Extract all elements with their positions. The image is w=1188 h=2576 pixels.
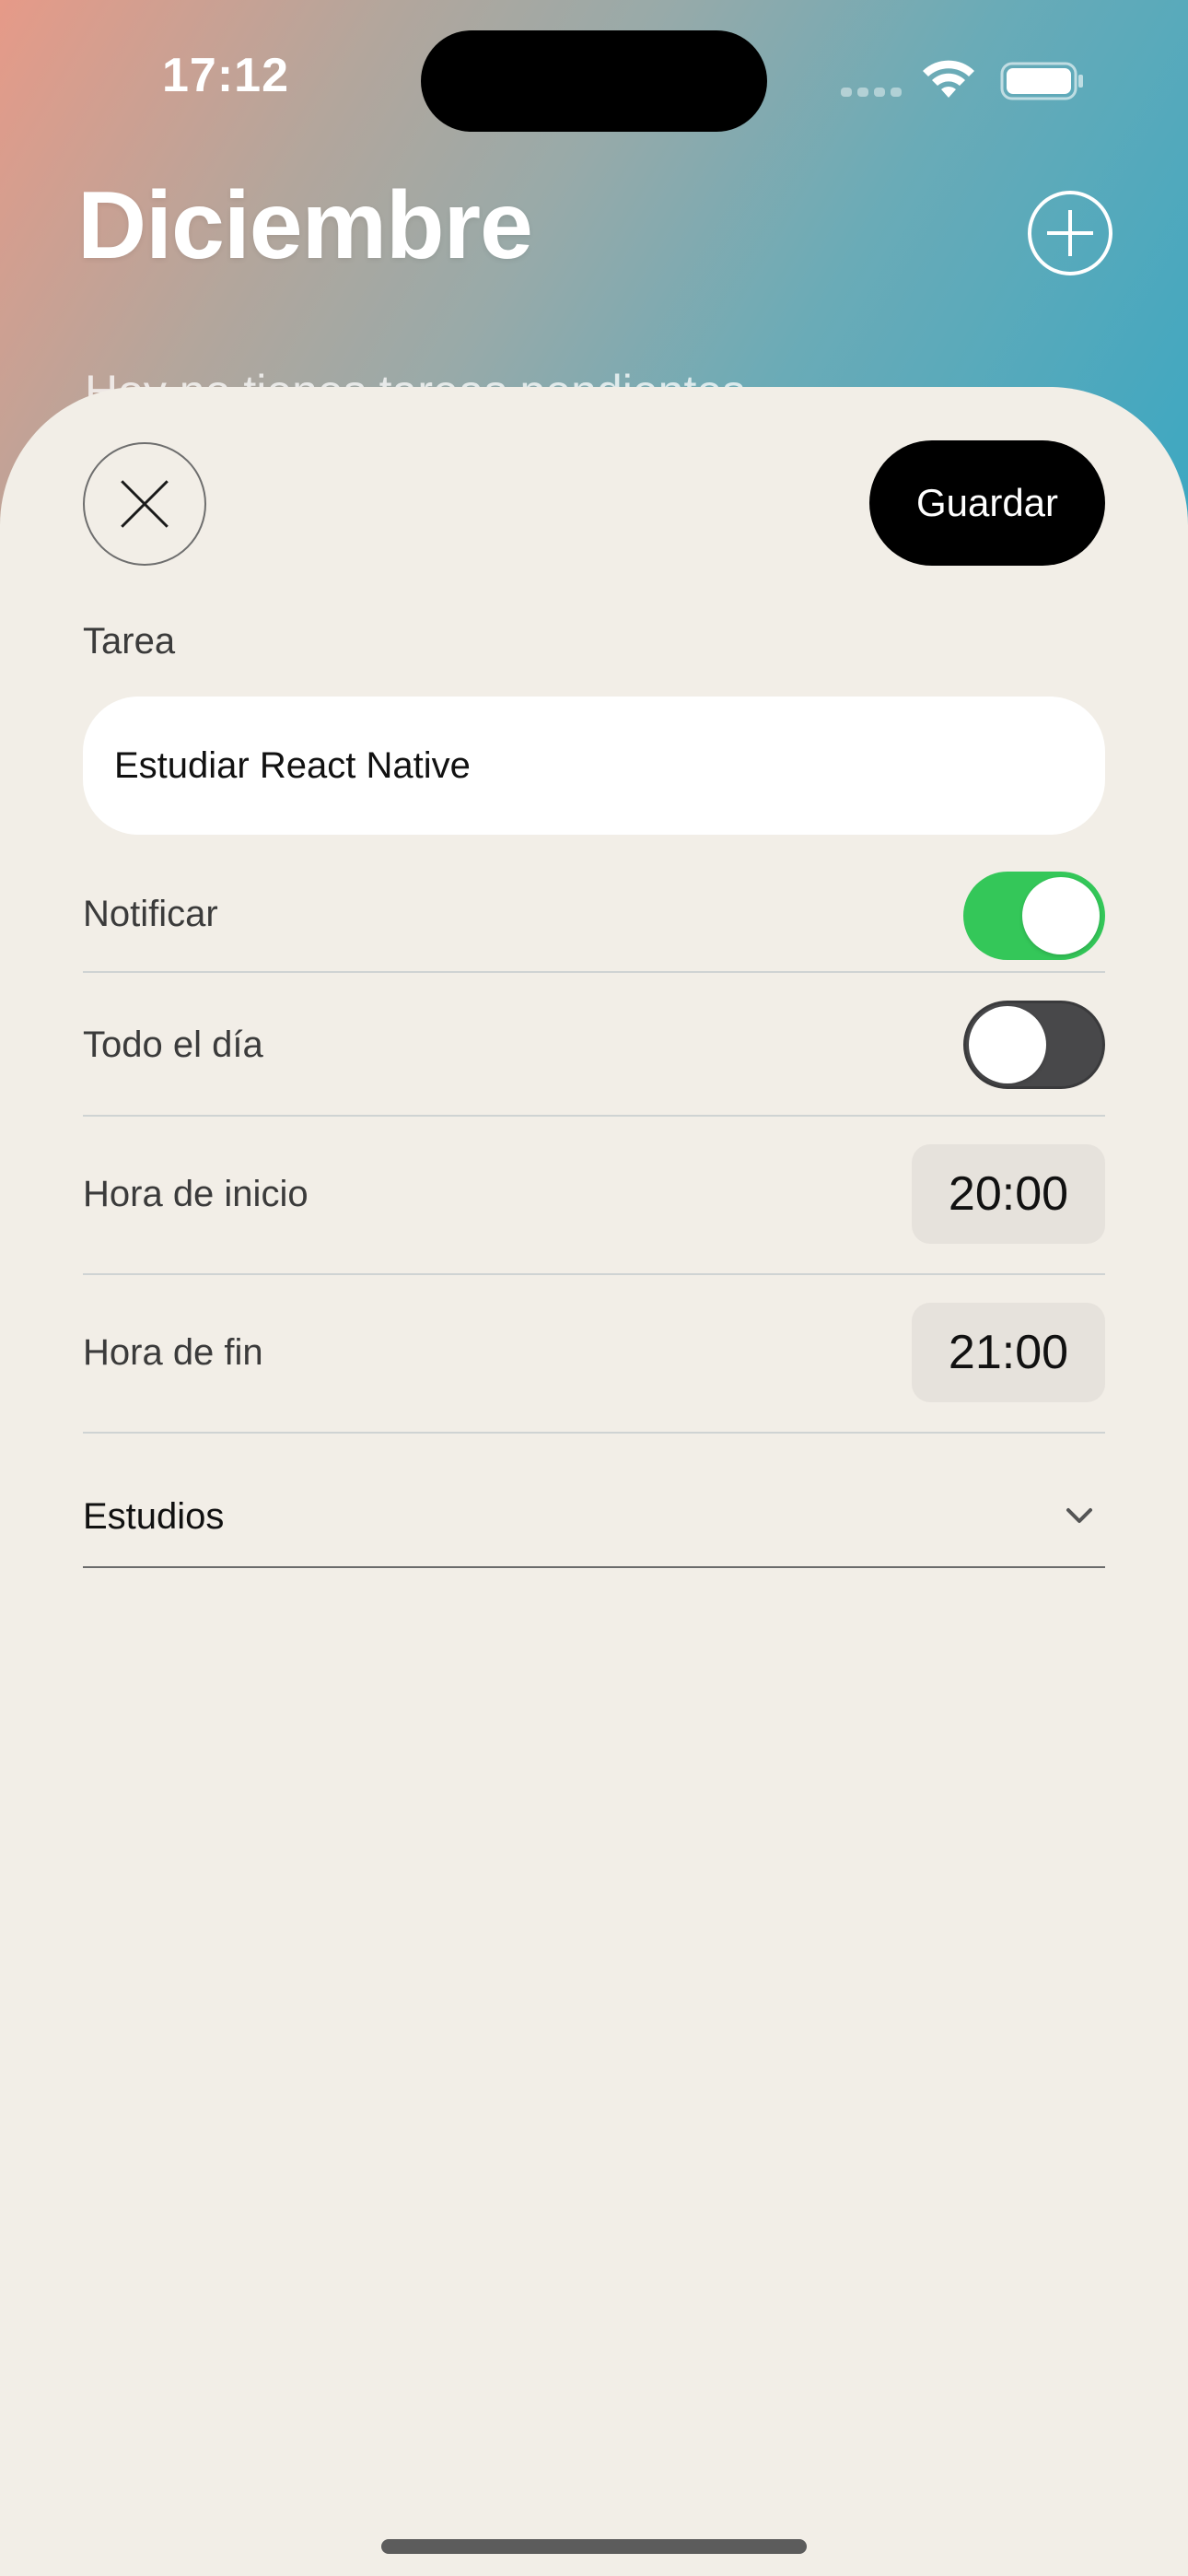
chevron-down-icon [1066,1508,1092,1523]
status-time: 17:12 [162,49,289,102]
all-day-toggle[interactable] [963,1001,1105,1089]
start-time-row: Hora de inicio 20:00 [83,1117,1105,1275]
cellular-signal-icon [841,85,907,97]
end-time-picker[interactable]: 21:00 [912,1303,1105,1402]
notify-label: Notificar [83,894,218,934]
all-day-label: Todo el día [83,1025,263,1065]
wifi-icon [923,60,974,98]
category-selected-value: Estudios [83,1496,225,1537]
toggle-knob [969,1006,1046,1083]
start-time-picker[interactable]: 20:00 [912,1144,1105,1244]
page-title: Diciembre [77,172,533,279]
task-field-label: Tarea [83,621,176,662]
end-time-row: Hora de fin 21:00 [83,1275,1105,1434]
notify-toggle[interactable] [963,872,1105,960]
start-time-label: Hora de inicio [83,1174,309,1214]
add-task-button[interactable] [1028,191,1112,275]
home-indicator[interactable] [381,2539,807,2554]
battery-icon [1000,62,1083,100]
status-bar: 17:12 [0,0,1188,157]
close-button[interactable] [83,442,206,566]
dynamic-island [421,30,767,132]
divider [83,1432,1105,1434]
select-underline [83,1566,1105,1568]
category-select[interactable]: Estudios [83,1465,1105,1568]
toggle-knob [1022,877,1100,954]
end-time-label: Hora de fin [83,1332,263,1373]
save-button[interactable]: Guardar [869,440,1105,566]
all-day-row: Todo el día [83,973,1105,1117]
task-input[interactable] [83,697,1105,835]
notify-row: Notificar [83,861,1105,973]
task-form-sheet: Guardar Tarea Notificar Todo el día Hora… [0,387,1188,2576]
